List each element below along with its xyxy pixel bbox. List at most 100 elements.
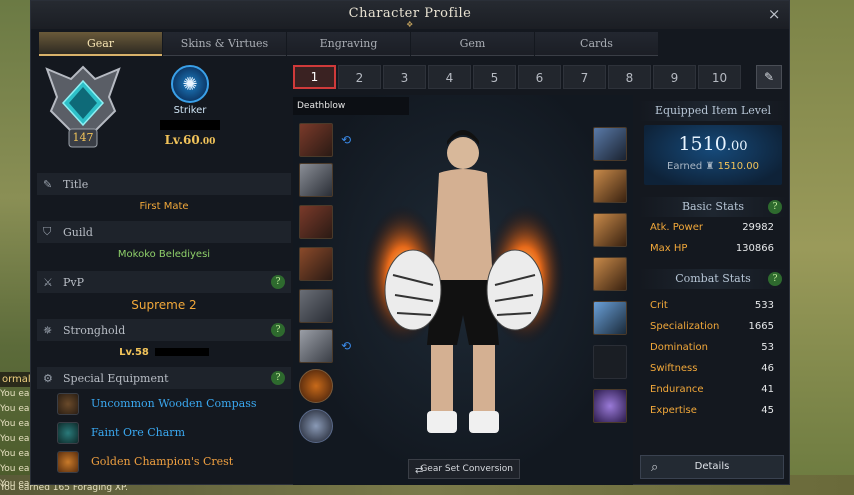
preset-1-button[interactable]: 1 bbox=[293, 65, 336, 89]
title-bar[interactable]: Character Profile ❖ × bbox=[31, 1, 789, 29]
stat-value: 29982 bbox=[742, 222, 774, 233]
chat-line: You ea bbox=[0, 389, 30, 399]
stronghold-icon: ✵ bbox=[43, 323, 53, 337]
basic-stats-help-icon[interactable]: ? bbox=[768, 200, 782, 214]
preset-8-button[interactable]: 8 bbox=[608, 65, 651, 89]
combat-stats-help-icon[interactable]: ? bbox=[768, 272, 782, 286]
preset-10-button[interactable]: 10 bbox=[698, 65, 741, 89]
title-ornament-icon: ❖ bbox=[406, 20, 414, 29]
stronghold-help-icon[interactable]: ? bbox=[271, 323, 285, 337]
gear-slot-ability-stone[interactable] bbox=[299, 369, 333, 403]
tab-skins-virtues[interactable]: Skins & Virtues bbox=[163, 32, 286, 56]
stronghold-section: ✵ Stronghold? Lv.58 bbox=[37, 319, 291, 365]
stronghold-level: Lv.58 bbox=[119, 347, 149, 358]
character-model bbox=[363, 130, 565, 433]
tab-cards[interactable]: Cards bbox=[535, 32, 658, 56]
gear-slot-ring-2[interactable] bbox=[593, 301, 627, 335]
title-label: Title bbox=[63, 177, 89, 191]
gear-set-conversion-button[interactable]: ⇄ Gear Set Conversion bbox=[408, 459, 520, 479]
crest-label: Golden Champion's Crest bbox=[91, 455, 234, 468]
gear-slot-empty[interactable] bbox=[593, 345, 627, 379]
gear-slot-earring-1[interactable] bbox=[593, 169, 627, 203]
close-button[interactable]: × bbox=[768, 1, 781, 27]
edit-preset-button[interactable]: ✎ bbox=[756, 65, 782, 89]
stat-row-domination: Domination 53 bbox=[638, 337, 788, 358]
charm-icon bbox=[57, 421, 79, 444]
guild-label: Guild bbox=[63, 225, 93, 239]
stats-panel: Equipped Item Level 1510.00 Earned ♜ 151… bbox=[638, 101, 788, 421]
earned-item-level: Earned ♜ 1510.00 bbox=[644, 161, 782, 172]
stronghold-header: ✵ Stronghold? bbox=[37, 319, 291, 341]
gear-slot-head[interactable] bbox=[299, 123, 333, 157]
pvp-section: ⚔ PvP? Supreme 2 bbox=[37, 271, 291, 317]
special-equipment-help-icon[interactable]: ? bbox=[271, 371, 285, 385]
search-icon: ⌕ bbox=[651, 460, 659, 475]
chat-line: You ea bbox=[0, 404, 30, 414]
item-level-box: 1510.00 Earned ♜ 1510.00 bbox=[644, 125, 782, 185]
stat-row-specialization: Specialization 1665 bbox=[638, 316, 788, 337]
gear-set-conversion-label: Gear Set Conversion bbox=[420, 464, 513, 474]
combat-stats-label: Combat Stats bbox=[675, 272, 751, 285]
preset-2-button[interactable]: 2 bbox=[338, 65, 381, 89]
gear-slot-necklace[interactable] bbox=[593, 127, 627, 161]
crest-icon bbox=[57, 450, 79, 473]
gear-slot-bracelet[interactable] bbox=[299, 409, 333, 443]
gear-slot-shoulder[interactable] bbox=[299, 163, 333, 197]
gear-slot-weapon[interactable] bbox=[299, 329, 333, 363]
basic-stats-header: Basic Stats? bbox=[638, 197, 788, 217]
details-button[interactable]: ⌕ Details bbox=[640, 455, 784, 479]
special-equipment-item[interactable]: Faint Ore Charm bbox=[37, 418, 291, 447]
gear-slot-pants[interactable] bbox=[299, 247, 333, 281]
pvp-help-icon[interactable]: ? bbox=[271, 275, 285, 289]
quill-icon: ✎ bbox=[43, 177, 53, 191]
stat-value: 41 bbox=[761, 384, 774, 395]
stat-label: Atk. Power bbox=[650, 222, 703, 233]
character-view: Deathblow ⟲ ⟲ ⇄ Gear Set Conversion bbox=[293, 95, 633, 485]
special-equipment-item[interactable]: Golden Champion's Crest bbox=[37, 447, 291, 476]
chat-line: You ea bbox=[0, 434, 30, 444]
preset-row: 1 2 3 4 5 6 7 8 9 10 bbox=[293, 65, 743, 89]
stat-value: 45 bbox=[761, 405, 774, 416]
preset-9-button[interactable]: 9 bbox=[653, 65, 696, 89]
character-level: Lv.60.00 bbox=[147, 133, 233, 147]
gear-slot-chest[interactable] bbox=[299, 205, 333, 239]
stat-value: 46 bbox=[761, 363, 774, 374]
title-value[interactable]: First Mate bbox=[37, 195, 291, 219]
chat-tab-normal[interactable]: ormal bbox=[0, 372, 30, 387]
stat-row-crit: Crit 533 bbox=[638, 295, 788, 316]
window-title: Character Profile bbox=[348, 6, 472, 21]
special-equipment-item[interactable]: Uncommon Wooden Compass bbox=[37, 389, 291, 418]
tab-gear[interactable]: Gear bbox=[39, 32, 162, 56]
preset-7-button[interactable]: 7 bbox=[563, 65, 606, 89]
character-name-redacted bbox=[160, 120, 220, 130]
gear-slot-earring-2[interactable] bbox=[593, 213, 627, 247]
stronghold-label: Stronghold bbox=[63, 323, 126, 337]
stat-label: Specialization bbox=[650, 321, 720, 332]
gear-slot-gloves[interactable] bbox=[299, 289, 333, 323]
class-box: ✺ Striker Lv.60.00 bbox=[147, 65, 233, 147]
tab-gem[interactable]: Gem bbox=[411, 32, 534, 56]
gear-slot-crystal[interactable] bbox=[593, 389, 627, 423]
level-sub: .00 bbox=[199, 137, 216, 147]
pvp-header: ⚔ PvP? bbox=[37, 271, 291, 293]
game-background-right bbox=[790, 0, 854, 495]
transcend-icon: ⟲ bbox=[341, 339, 352, 353]
stat-row-expertise: Expertise 45 bbox=[638, 400, 788, 421]
preset-5-button[interactable]: 5 bbox=[473, 65, 516, 89]
preset-3-button[interactable]: 3 bbox=[383, 65, 426, 89]
tab-engraving[interactable]: Engraving bbox=[287, 32, 410, 56]
stat-row-swiftness: Swiftness 46 bbox=[638, 358, 788, 379]
stat-label: Max HP bbox=[650, 243, 688, 254]
preset-6-button[interactable]: 6 bbox=[518, 65, 561, 89]
special-equipment-section: ⚙ Special Equipment? Uncommon Wooden Comp… bbox=[37, 367, 291, 476]
stat-value: 53 bbox=[761, 342, 774, 353]
shield-icon: ⛉ bbox=[43, 225, 52, 238]
stat-row-atk-power: Atk. Power 29982 bbox=[638, 217, 788, 238]
stat-label: Domination bbox=[650, 342, 708, 353]
stat-label: Swiftness bbox=[650, 363, 698, 374]
charm-label: Faint Ore Charm bbox=[91, 426, 185, 439]
armor-icon: ♜ bbox=[705, 161, 715, 172]
roster-level: 147 bbox=[72, 131, 94, 144]
preset-4-button[interactable]: 4 bbox=[428, 65, 471, 89]
gear-slot-ring-1[interactable] bbox=[593, 257, 627, 291]
